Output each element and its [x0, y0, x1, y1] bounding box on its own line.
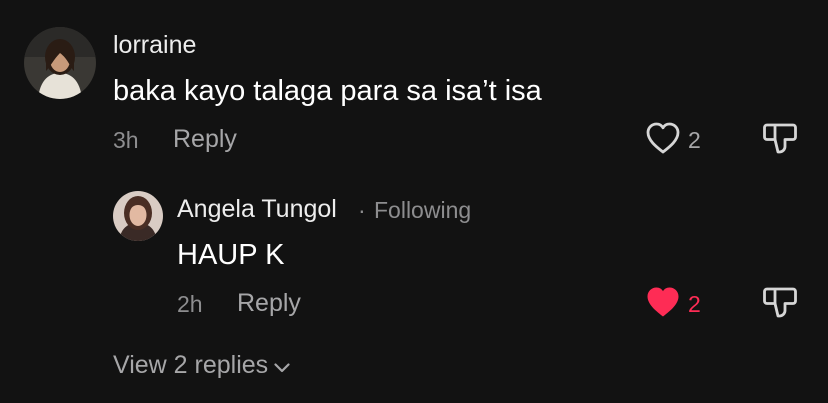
thumbs-down-icon[interactable]: [763, 284, 799, 320]
view-replies-label: View 2 replies: [113, 351, 269, 379]
heart-outline-icon[interactable]: [645, 121, 681, 155]
reply-timestamp: 2h: [177, 291, 203, 317]
avatar[interactable]: [24, 27, 96, 99]
reply-button[interactable]: Reply: [237, 289, 301, 318]
like-count: 2: [688, 127, 701, 153]
comment-username[interactable]: lorraine: [113, 31, 196, 60]
view-replies-button[interactable]: View 2 replies: [113, 351, 290, 380]
follow-separator: ·: [358, 197, 366, 223]
like-count: 2: [688, 291, 701, 317]
following-status: Following: [374, 197, 472, 223]
comment-timestamp: 3h: [113, 127, 139, 153]
heart-filled-icon[interactable]: [645, 285, 681, 319]
comment-text: baka kayo talaga para sa isa’t isa: [113, 75, 542, 107]
reply-username[interactable]: Angela Tungol: [177, 195, 337, 224]
chevron-down-icon: [274, 351, 290, 380]
avatar[interactable]: [113, 191, 163, 241]
thumbs-down-icon[interactable]: [763, 120, 799, 156]
reply-text: HAUP K: [177, 239, 285, 271]
reply-button[interactable]: Reply: [173, 125, 237, 154]
